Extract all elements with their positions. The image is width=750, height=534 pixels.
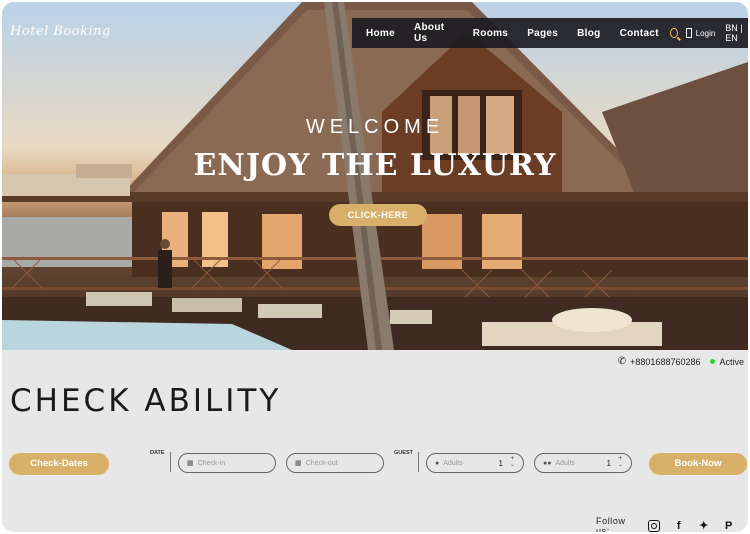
nav-pages[interactable]: Pages	[527, 28, 558, 39]
checkout-field[interactable]: ▦ Check-out	[286, 453, 384, 473]
status-dot-icon	[710, 359, 716, 364]
date-divider	[170, 452, 171, 472]
nav-home[interactable]: Home	[366, 28, 395, 39]
person-icon: ●	[435, 459, 440, 467]
nav-about-us[interactable]: About Us	[414, 22, 454, 44]
date-group-label: DATE	[150, 450, 165, 456]
adults-value: 1	[498, 458, 503, 468]
section-title: CHECK ABILITY	[10, 383, 282, 419]
hero-section: Hotel Booking Home About Us Rooms Pages …	[2, 2, 748, 350]
facebook-icon[interactable]: f	[673, 520, 685, 532]
login-link[interactable]: Login	[696, 29, 716, 38]
adults-value-2: 1	[606, 458, 611, 468]
nav-actions: Login BN | EN	[669, 23, 748, 43]
calendar-icon: ▦	[187, 460, 194, 467]
book-now-button[interactable]: Book-Now	[649, 453, 747, 475]
search-icon[interactable]	[669, 28, 678, 38]
twitter-icon[interactable]: ✦	[698, 520, 710, 532]
hero-headline: ENJOY THE LUXURY	[193, 148, 557, 183]
guest-divider	[418, 452, 419, 472]
group-icon: ●●	[543, 459, 552, 467]
stepper-arrows-icon[interactable]: + −	[510, 456, 514, 470]
nav-blog[interactable]: Blog	[577, 28, 600, 39]
checkin-field[interactable]: ▦ Check-in	[178, 453, 276, 473]
instagram-icon[interactable]	[648, 520, 660, 532]
checkout-placeholder: Check-out	[305, 459, 338, 467]
checkin-placeholder: Check-in	[197, 459, 226, 467]
follow-label: Follow us:	[596, 516, 626, 532]
brand-logo[interactable]: Hotel Booking	[10, 24, 111, 39]
stepper-arrows-icon[interactable]: + −	[618, 456, 622, 470]
status-text: Active	[719, 356, 744, 367]
calendar-icon: ▦	[295, 460, 302, 467]
guest-group-label: GUEST	[394, 450, 413, 456]
follow-us: Follow us: f ✦ P	[596, 516, 748, 532]
language-switch[interactable]: BN | EN	[725, 23, 748, 43]
adults-placeholder-2: Adults	[555, 459, 575, 467]
login-icon[interactable]	[685, 28, 692, 38]
contact-info: ✆ +8801688760286 Active	[618, 356, 744, 367]
check-dates-button[interactable]: Check-Dates	[9, 453, 109, 475]
social-links: f ✦ P	[648, 520, 748, 532]
phone-icon: ✆	[617, 356, 627, 367]
phone-number[interactable]: +8801688760286	[630, 357, 700, 367]
main-nav: Home About Us Rooms Pages Blog Contact L…	[352, 18, 748, 48]
pinterest-icon[interactable]: P	[723, 520, 735, 532]
nav-rooms[interactable]: Rooms	[473, 28, 508, 39]
adults-stepper[interactable]: ● Adults 1 + −	[426, 453, 524, 473]
adults-stepper-2[interactable]: ●● Adults 1 + −	[534, 453, 632, 473]
nav-contact[interactable]: Contact	[620, 28, 659, 39]
hero-cta-button[interactable]: CLICK-HERE	[329, 204, 427, 226]
hero-welcome: WELCOME	[305, 116, 445, 138]
adults-placeholder: Adults	[443, 459, 463, 467]
page-frame: Hotel Booking Home About Us Rooms Pages …	[2, 2, 748, 532]
